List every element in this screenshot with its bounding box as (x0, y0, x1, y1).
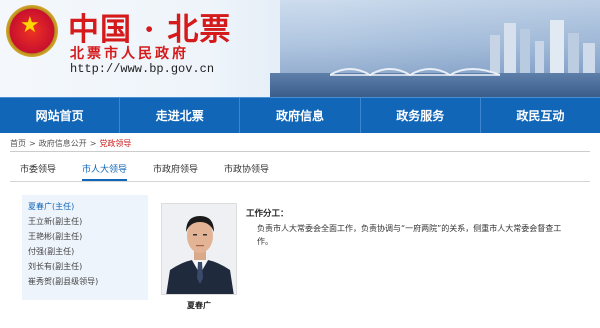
divider (10, 151, 590, 152)
national-emblem-icon: ★ (6, 5, 58, 57)
leader-list: 夏春广(主任) 王立新(副主任) 王艳彬(副主任) 付强(副主任) 刘长有(副主… (22, 195, 148, 300)
nav-item-about[interactable]: 走进北票 (120, 98, 241, 133)
breadcrumb-home[interactable]: 首页 (10, 138, 26, 149)
breadcrumb-separator: > (29, 139, 36, 148)
breadcrumb-info-public[interactable]: 政府信息公开 (39, 138, 87, 149)
leader-name: 夏春广 (187, 301, 211, 310)
leader-portrait (161, 203, 237, 295)
leader-list-item[interactable]: 付强(副主任) (28, 244, 142, 259)
nav-item-gov-info[interactable]: 政府信息 (240, 98, 361, 133)
tab-government[interactable]: 市政府领导 (153, 158, 198, 181)
breadcrumb-separator: > (89, 139, 97, 148)
tab-party-committee[interactable]: 市委领导 (20, 158, 56, 181)
leader-list-item[interactable]: 崔秀贺(副县级领导) (28, 274, 142, 289)
main-nav: 网站首页 走进北票 政府信息 政务服务 政民互动 (0, 97, 600, 133)
duty-heading: 工作分工： (246, 209, 289, 219)
site-subtitle: 北票市人民政府 (70, 46, 189, 62)
duty-description: 负责市人大常委会全面工作，负责协调与“一府两院”的关系，侧重市人大常委会督查工作… (257, 224, 562, 246)
bridge-icon (330, 68, 500, 77)
nav-item-services[interactable]: 政务服务 (361, 98, 481, 133)
header-banner: ★ 中国 · 北票 北票市人民政府 http://www.bp.gov.cn (0, 0, 600, 97)
tab-peoples-congress[interactable]: 市人大领导 (82, 158, 128, 181)
leader-list-item[interactable]: 夏春广(主任) (28, 199, 142, 214)
leader-list-item[interactable]: 王立新(副主任) (28, 214, 142, 229)
divider (10, 181, 590, 182)
breadcrumb: 首页 > 政府信息公开 > 党政领导 (10, 138, 131, 149)
nav-item-home[interactable]: 网站首页 (0, 98, 121, 133)
leader-list-item[interactable]: 刘长有(副主任) (28, 259, 142, 274)
breadcrumb-current[interactable]: 党政领导 (99, 138, 131, 149)
site-url: http://www.bp.gov.cn (70, 62, 215, 76)
portrait-image-icon (162, 204, 236, 294)
leader-tabs: 市委领导 市人大领导 市政府领导 市政协领导 (20, 158, 295, 181)
nav-item-interaction[interactable]: 政民互动 (481, 98, 600, 133)
leader-list-item[interactable]: 王艳彬(副主任) (28, 229, 142, 244)
tab-cppcc[interactable]: 市政协领导 (224, 158, 269, 181)
